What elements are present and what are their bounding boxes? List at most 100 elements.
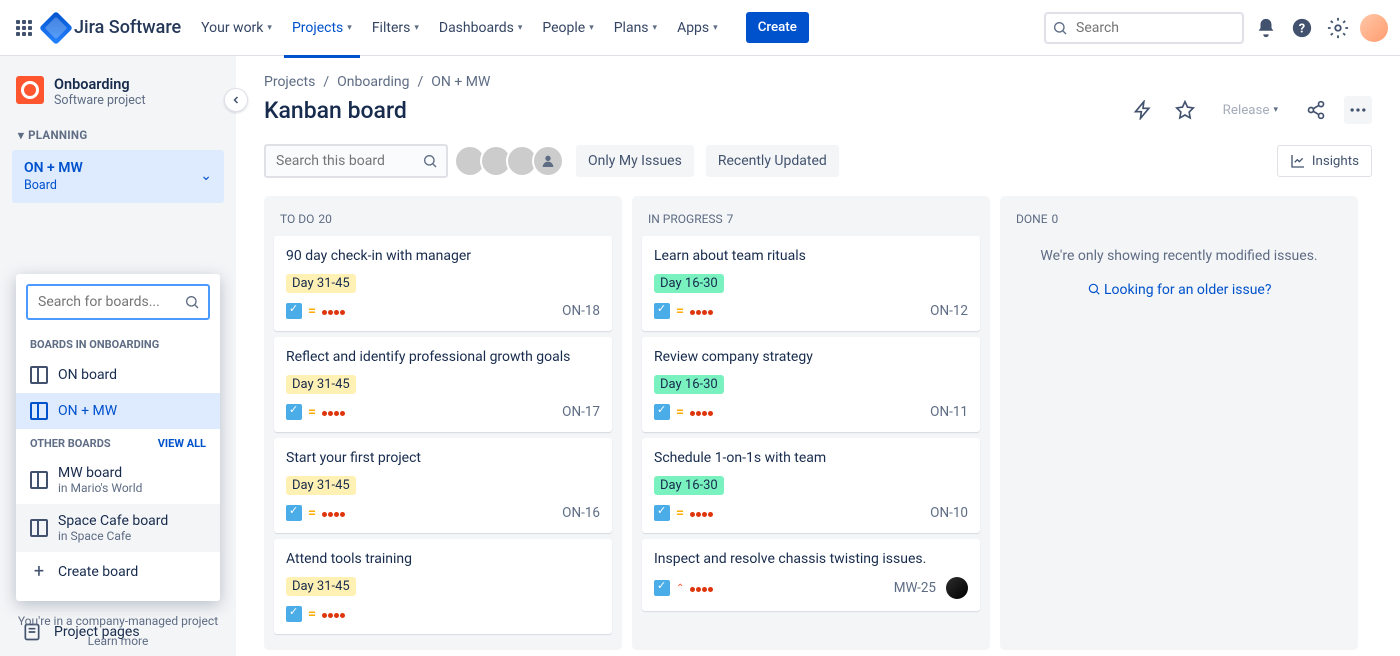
learn-more-link[interactable]: Learn more [0, 634, 236, 648]
task-type-icon [286, 505, 302, 521]
notifications-icon[interactable] [1252, 14, 1280, 42]
more-icon[interactable] [1344, 96, 1372, 124]
logo[interactable]: Jira Software [44, 16, 181, 40]
board-option[interactable]: MW boardin Mario's World [16, 456, 220, 504]
status-dots-icon [690, 303, 714, 319]
view-all-link[interactable]: VIEW ALL [158, 437, 206, 450]
only-my-issues-button[interactable]: Only My Issues [576, 145, 694, 177]
assignee-avatars[interactable] [460, 145, 564, 177]
jira-logo-icon [39, 11, 73, 45]
epic-tag[interactable]: Day 31-45 [286, 476, 356, 495]
breadcrumb-item[interactable]: ON + MW [431, 74, 490, 90]
card-title: Schedule 1-on-1s with team [654, 450, 968, 466]
task-type-icon [654, 580, 670, 596]
svg-text:?: ? [1299, 21, 1305, 36]
user-avatar[interactable] [1360, 14, 1388, 42]
breadcrumb-item[interactable]: Onboarding [337, 74, 409, 90]
board-search-input[interactable] [26, 284, 210, 320]
create-button[interactable]: Create [746, 12, 809, 43]
task-type-icon [654, 404, 670, 420]
task-type-icon [286, 606, 302, 622]
issue-key: ON-12 [930, 303, 968, 319]
board-search[interactable] [264, 144, 448, 178]
board-column: IN PROGRESS7 Learn about team rituals Day … [632, 196, 990, 650]
page-title: Kanban board [264, 97, 407, 124]
sidebar-toggle[interactable] [224, 88, 248, 112]
status-dots-icon [690, 404, 714, 420]
epic-tag[interactable]: Day 16-30 [654, 476, 724, 495]
board-icon [30, 519, 48, 537]
app-switcher-icon[interactable] [12, 16, 36, 40]
search-input[interactable] [1044, 12, 1244, 44]
nav-your-work[interactable]: Your work▾ [193, 14, 280, 42]
board-dropdown: BOARDS IN ONBOARDING ON boardON + MW OTH… [16, 274, 220, 601]
column-header: TO DO20 [274, 206, 612, 236]
priority-medium-icon: = [308, 303, 316, 319]
board-option[interactable]: Space Cafe boardin Space Cafe [16, 504, 220, 552]
nav-people[interactable]: People▾ [534, 14, 601, 42]
priority-high-icon: ⌃ [676, 583, 684, 594]
issue-card[interactable]: Reflect and identify professional growth… [274, 337, 612, 432]
breadcrumb: Projects/Onboarding/ON + MW [264, 74, 1372, 90]
release-button[interactable]: Release▾ [1213, 97, 1288, 124]
sidebar-footer: You're in a company-managed project Lear… [0, 614, 236, 648]
top-nav: Jira Software Your work▾Projects▾Filters… [0, 0, 1400, 56]
card-title: 90 day check-in with manager [286, 248, 600, 264]
epic-tag[interactable]: Day 31-45 [286, 274, 356, 293]
issue-key: ON-10 [930, 505, 968, 521]
breadcrumb-item[interactable]: Projects [264, 74, 315, 90]
add-people-icon[interactable] [532, 145, 564, 177]
search-icon [1052, 20, 1068, 36]
nav-filters[interactable]: Filters▾ [364, 14, 427, 42]
priority-medium-icon: = [676, 505, 684, 521]
board-selector[interactable]: ON + MW Board ⌄ [12, 150, 224, 203]
issue-card[interactable]: 90 day check-in with manager Day 31-45 = ON… [274, 236, 612, 331]
logo-text: Jira Software [74, 17, 181, 38]
chevron-down-icon: ⌄ [200, 168, 212, 184]
board-icon [30, 366, 48, 384]
chart-icon [1290, 153, 1306, 169]
card-title: Attend tools training [286, 551, 600, 567]
global-search[interactable] [1044, 12, 1244, 44]
nav-plans[interactable]: Plans▾ [606, 14, 665, 42]
epic-tag[interactable]: Day 31-45 [286, 375, 356, 394]
issue-key: ON-11 [930, 404, 968, 420]
board-column-done: DONE0We're only showing recently modifie… [1000, 196, 1358, 650]
older-issue-link[interactable]: Looking for an older issue? [1087, 282, 1272, 298]
epic-tag[interactable]: Day 16-30 [654, 274, 724, 293]
task-type-icon [286, 303, 302, 319]
epic-tag[interactable]: Day 16-30 [654, 375, 724, 394]
board-option[interactable]: ON + MW [16, 393, 220, 429]
recently-updated-button[interactable]: Recently Updated [706, 145, 839, 177]
task-type-icon [654, 303, 670, 319]
epic-tag[interactable]: Day 31-45 [286, 577, 356, 596]
settings-icon[interactable] [1324, 14, 1352, 42]
issue-card[interactable]: Start your first projectDay 31-45=ON-16 [274, 438, 612, 533]
assignee-avatar[interactable] [946, 577, 968, 599]
search-icon [422, 153, 438, 169]
issue-card[interactable]: Schedule 1-on-1s with team Day 16-30 = ON-1… [642, 438, 980, 533]
issue-card[interactable]: Review company strategyDay 16-30=ON-11 [642, 337, 980, 432]
nav-apps[interactable]: Apps▾ [669, 14, 726, 42]
project-header[interactable]: Onboarding Software project [8, 76, 228, 124]
column-header: IN PROGRESS7 [642, 206, 980, 236]
sidebar: Onboarding Software project ▾ PLANNING O… [0, 56, 236, 656]
create-board-item[interactable]: + Create board [16, 552, 220, 591]
section-planning[interactable]: ▾ PLANNING [8, 124, 228, 146]
card-title: Learn about team rituals [654, 248, 968, 264]
priority-medium-icon: = [308, 606, 316, 622]
automation-icon[interactable] [1129, 96, 1157, 124]
issue-key: ON-18 [562, 303, 600, 319]
help-icon[interactable]: ? [1288, 14, 1316, 42]
share-icon[interactable] [1302, 96, 1330, 124]
board-search-input[interactable] [264, 144, 448, 178]
star-icon[interactable] [1171, 96, 1199, 124]
issue-card[interactable]: Learn about team ritualsDay 16-30=ON-12 [642, 236, 980, 331]
nav-dashboards[interactable]: Dashboards▾ [431, 14, 530, 42]
issue-card[interactable]: Inspect and resolve chassis twisting iss… [642, 539, 980, 611]
nav-projects[interactable]: Projects▾ [284, 14, 360, 42]
issue-card[interactable]: Attend tools training Day 31-45 = [274, 539, 612, 634]
board-option[interactable]: ON board [16, 357, 220, 393]
insights-button[interactable]: Insights [1277, 145, 1372, 177]
search-icon [184, 294, 200, 310]
